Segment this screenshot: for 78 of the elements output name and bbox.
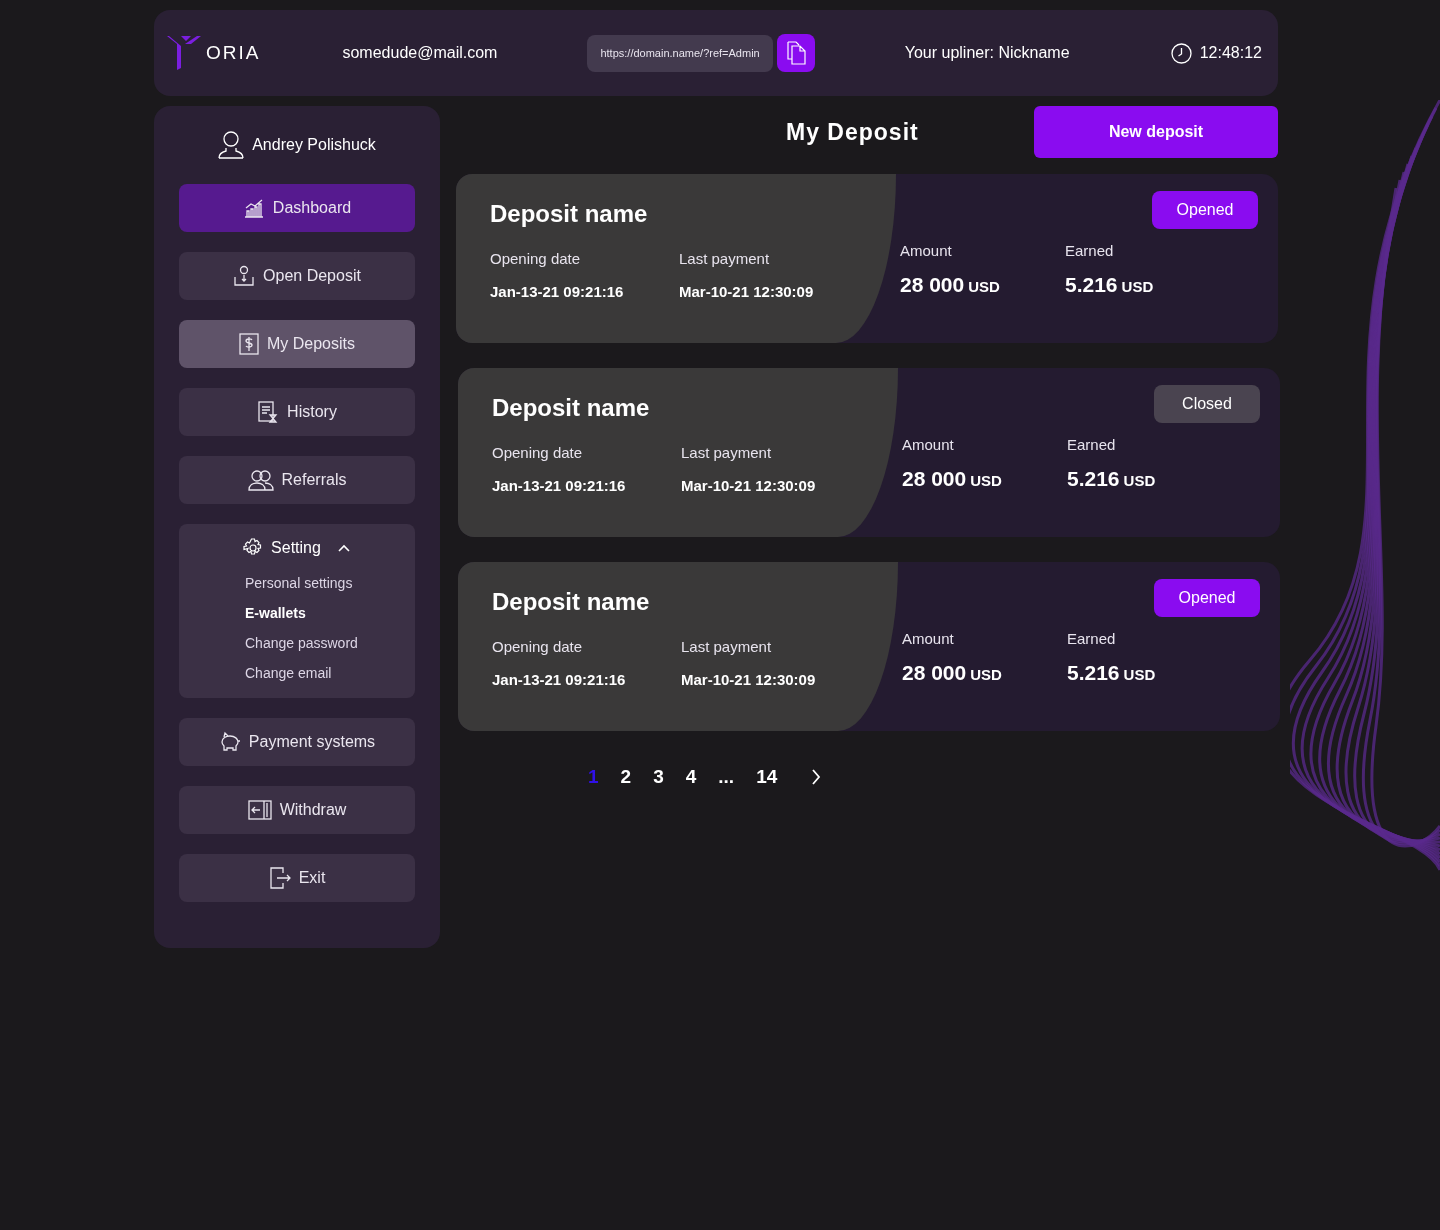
field-label: Earned [1067,629,1117,649]
opening-date: Jan-13-21 09:21:16 [490,281,625,302]
field-label: Amount [902,629,955,649]
deposit-name: Deposit name [492,393,651,423]
field-label: Amount [902,435,955,455]
page-title: My Deposit [786,117,919,147]
settings-icon [243,538,264,558]
currency-unit: USD [1121,276,1154,297]
logo-text: ORIA [206,40,261,65]
nav-button[interactable]: Exit [179,854,415,902]
status-badge: Opened [1152,191,1258,229]
settings-toggle[interactable]: Setting [179,536,415,560]
field-label: Earned [1067,435,1117,455]
user-icon [218,131,245,159]
field-label: Opening date [492,443,584,463]
nav-button[interactable]: Open Deposit [179,252,415,300]
currency-unit: USD [1123,470,1156,491]
user-email: somedude@mail.com [342,43,498,63]
field-label: Opening date [492,637,584,657]
next-page-icon[interactable] [811,768,822,787]
amount-value: 28 000 [900,271,965,298]
nav-button[interactable]: History [179,388,415,436]
clock-time: 12:48:12 [1199,43,1262,63]
piggy-bank-icon [218,731,241,753]
deposit-name: Deposit name [490,199,649,229]
last-payment-date: Mar-10-21 12:30:09 [681,669,816,690]
exit-icon [268,867,291,889]
field-label: Amount [900,241,953,261]
amount-value: 28 000 [902,465,967,492]
amount-value: 28 000 [902,659,967,686]
settings-link[interactable]: Change email [245,664,415,682]
earned-value: 5.216 [1067,659,1120,686]
field-label: Last payment [681,637,773,657]
last-payment-date: Mar-10-21 12:30:09 [679,281,814,302]
last-payment-date: Mar-10-21 12:30:09 [681,475,816,496]
new-deposit-button[interactable]: New deposit [1034,106,1278,158]
settings-link[interactable]: Personal settings [245,574,415,592]
page-link[interactable]: 2 [620,763,632,792]
document-icon [257,401,280,423]
currency-unit: USD [1123,664,1156,685]
opening-date: Jan-13-21 09:21:16 [492,475,627,496]
currency-unit: USD [970,664,1002,685]
field-label: Last payment [679,249,771,269]
copy-button[interactable] [776,34,815,72]
page-link[interactable]: 3 [653,763,664,792]
nav-button[interactable]: Payment systems [179,718,415,766]
nav-button[interactable]: Withdraw [179,786,415,834]
coin-drop-icon [233,265,256,287]
referral-link-field[interactable]: https://domain.name/?ref=Admin [587,34,773,72]
opening-date: Jan-13-21 09:21:16 [492,669,627,690]
dollar-icon [239,333,259,355]
nav-button[interactable]: My Deposits [179,320,415,368]
currency-unit: USD [970,470,1002,491]
people-icon [247,469,274,491]
field-label: Earned [1065,241,1115,261]
chevron-icon [336,543,351,553]
field-label: Last payment [681,443,773,463]
earned-value: 5.216 [1067,465,1120,492]
page-link[interactable]: ... [718,763,735,792]
page-link[interactable]: 4 [685,763,697,792]
field-label: Opening date [490,249,582,269]
settings-link[interactable]: E-wallets [245,604,415,622]
chart-icon [242,197,265,219]
currency-unit: USD [968,276,1000,297]
clock-icon [1170,42,1192,64]
status-badge: Opened [1154,579,1260,617]
nav-button[interactable]: Referrals [179,456,415,504]
earned-value: 5.216 [1065,271,1118,298]
logo-icon [166,34,202,72]
nav-button[interactable]: Dashboard [179,184,415,232]
page-link[interactable]: 14 [756,763,778,792]
user-name: Andrey Polishuck [252,135,376,155]
upliner-text: Your upliner: Nickname [904,43,1070,63]
copy-icon [784,41,807,65]
status-badge: Closed [1154,385,1260,423]
deposit-name: Deposit name [492,587,651,617]
settings-link[interactable]: Change password [245,634,415,652]
cash-machine-icon [247,800,272,820]
